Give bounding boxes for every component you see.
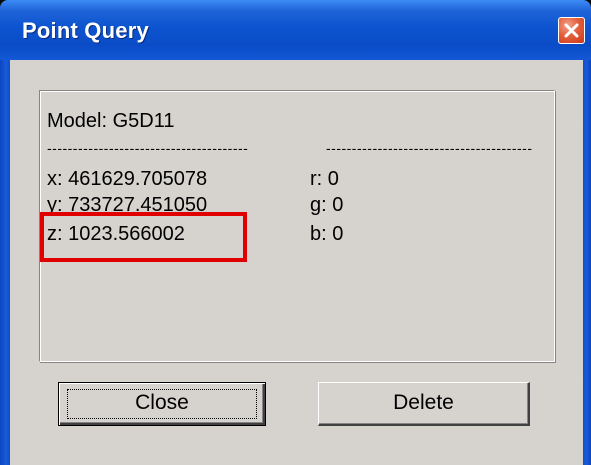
g-value: g: 0 — [310, 194, 344, 216]
close-button[interactable]: Close — [58, 382, 266, 426]
r-value: r: 0 — [310, 168, 339, 190]
close-button-label: Close — [135, 391, 189, 414]
model-label: Model: G5D11 — [47, 110, 175, 132]
separator-right: ---------------------------------------- — [326, 140, 533, 156]
window-frame-left — [0, 60, 10, 465]
window-frame-right — [583, 60, 591, 465]
title-close-button[interactable] — [558, 17, 585, 44]
dialog-client-area: Model: G5D11 ---------------------------… — [10, 60, 583, 465]
close-icon — [564, 23, 579, 38]
delete-button-label: Delete — [393, 391, 454, 414]
point-query-window: Point Query Model: G5D11 ---------------… — [0, 0, 591, 465]
window-title: Point Query — [22, 18, 149, 43]
z-value-highlight — [40, 212, 247, 262]
x-coordinate: x: 461629.705078 — [47, 168, 208, 190]
delete-button[interactable]: Delete — [318, 382, 530, 426]
b-value: b: 0 — [310, 223, 344, 245]
separator-left: --------------------------------------- — [47, 140, 249, 156]
title-bar[interactable]: Point Query — [0, 0, 591, 60]
